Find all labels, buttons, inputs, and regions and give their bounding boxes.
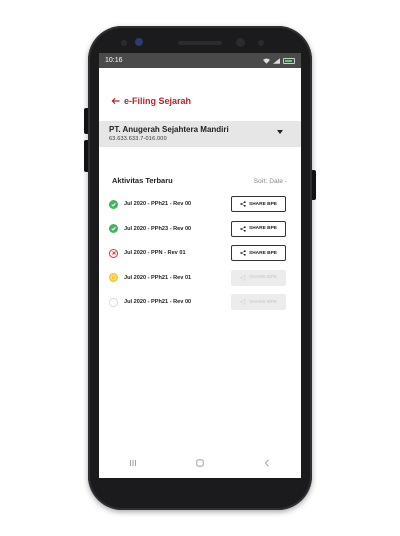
android-nav-bar [99,456,301,470]
recent-apps-icon[interactable] [128,458,138,468]
chevron-down-icon [277,130,283,134]
status-bar: 10:16 [99,53,301,68]
earpiece-speaker [178,41,222,45]
share-bpe-label: SHARE BPE [249,226,277,231]
share-bpe-button-disabled: SHARE BPE [231,294,286,310]
company-npwp: 63.633.633.7-016.000 [109,136,167,142]
check-circle-icon [109,199,118,209]
empty-circle-icon [109,297,118,307]
activity-label: Jul 2020 - PPh21 - Rev 01 [124,274,192,281]
nav-back-icon[interactable] [262,458,272,468]
sensor-dot [121,40,127,46]
company-selector[interactable]: PT. Anugerah Sejahtera Mandiri 63.633.63… [99,121,301,147]
share-bpe-button[interactable]: SHARE BPE [231,196,286,212]
phone-screen: 10:16 e-Filing Sejarah PT. Anugerah Seja… [99,53,301,478]
activity-label: Jul 2020 - PPh21 - Rev 00 [124,299,192,305]
back-arrow-icon[interactable] [111,97,120,105]
share-bpe-button-disabled: SHARE BPE [231,269,286,286]
front-camera [135,38,143,46]
list-item: Jul 2020 - PPh21 - Rev 00 SHARE BPE [99,194,301,214]
activity-label: Jul 2020 - PPh21 - Rev 00 [124,201,192,207]
home-icon[interactable] [195,458,205,468]
share-bpe-label: SHARE BPE [249,299,277,305]
error-circle-icon [109,248,118,258]
activity-label: Jul 2020 - PPN - Rev 01 [124,250,186,256]
check-circle-icon [109,224,118,233]
share-bpe-label: SHARE BPE [249,275,277,280]
share-bpe-label: SHARE BPE [249,250,277,256]
share-bpe-button[interactable]: SHARE BPE [231,245,286,261]
activity-section-header: Aktivitas Terbaru Sort: Date - [112,176,287,185]
list-item: Jul 2020 - PPh21 - Rev 01 SHARE BPE [99,268,301,288]
status-time: 10:16 [105,57,123,64]
share-icon [240,201,246,207]
share-bpe-label: SHARE BPE [249,201,277,207]
share-icon [240,299,246,305]
section-title: Aktivitas Terbaru [112,176,173,185]
signal-icon [273,57,280,64]
company-name: PT. Anugerah Sejahtera Mandiri [109,125,229,134]
page-header: e-Filing Sejarah [111,96,191,106]
sensor-dot [258,40,264,46]
wifi-icon [263,57,270,64]
share-bpe-button[interactable]: SHARE BPE [231,220,286,237]
share-icon [240,274,246,281]
iris-sensor [236,38,245,47]
share-icon [240,225,246,232]
list-item: Jul 2020 - PPh21 - Rev 00 SHARE BPE [99,292,301,312]
status-icons [263,57,295,64]
activity-label: Jul 2020 - PPh23 - Rev 00 [124,225,192,232]
battery-icon [283,57,295,64]
list-item: Jul 2020 - PPh23 - Rev 00 SHARE BPE [99,219,301,239]
list-item: Jul 2020 - PPN - Rev 01 SHARE BPE [99,243,301,263]
clock-pending-icon [109,273,118,282]
sort-dropdown[interactable]: Sort: Date - [254,178,287,185]
page-title: e-Filing Sejarah [124,96,192,106]
share-icon [240,250,246,256]
